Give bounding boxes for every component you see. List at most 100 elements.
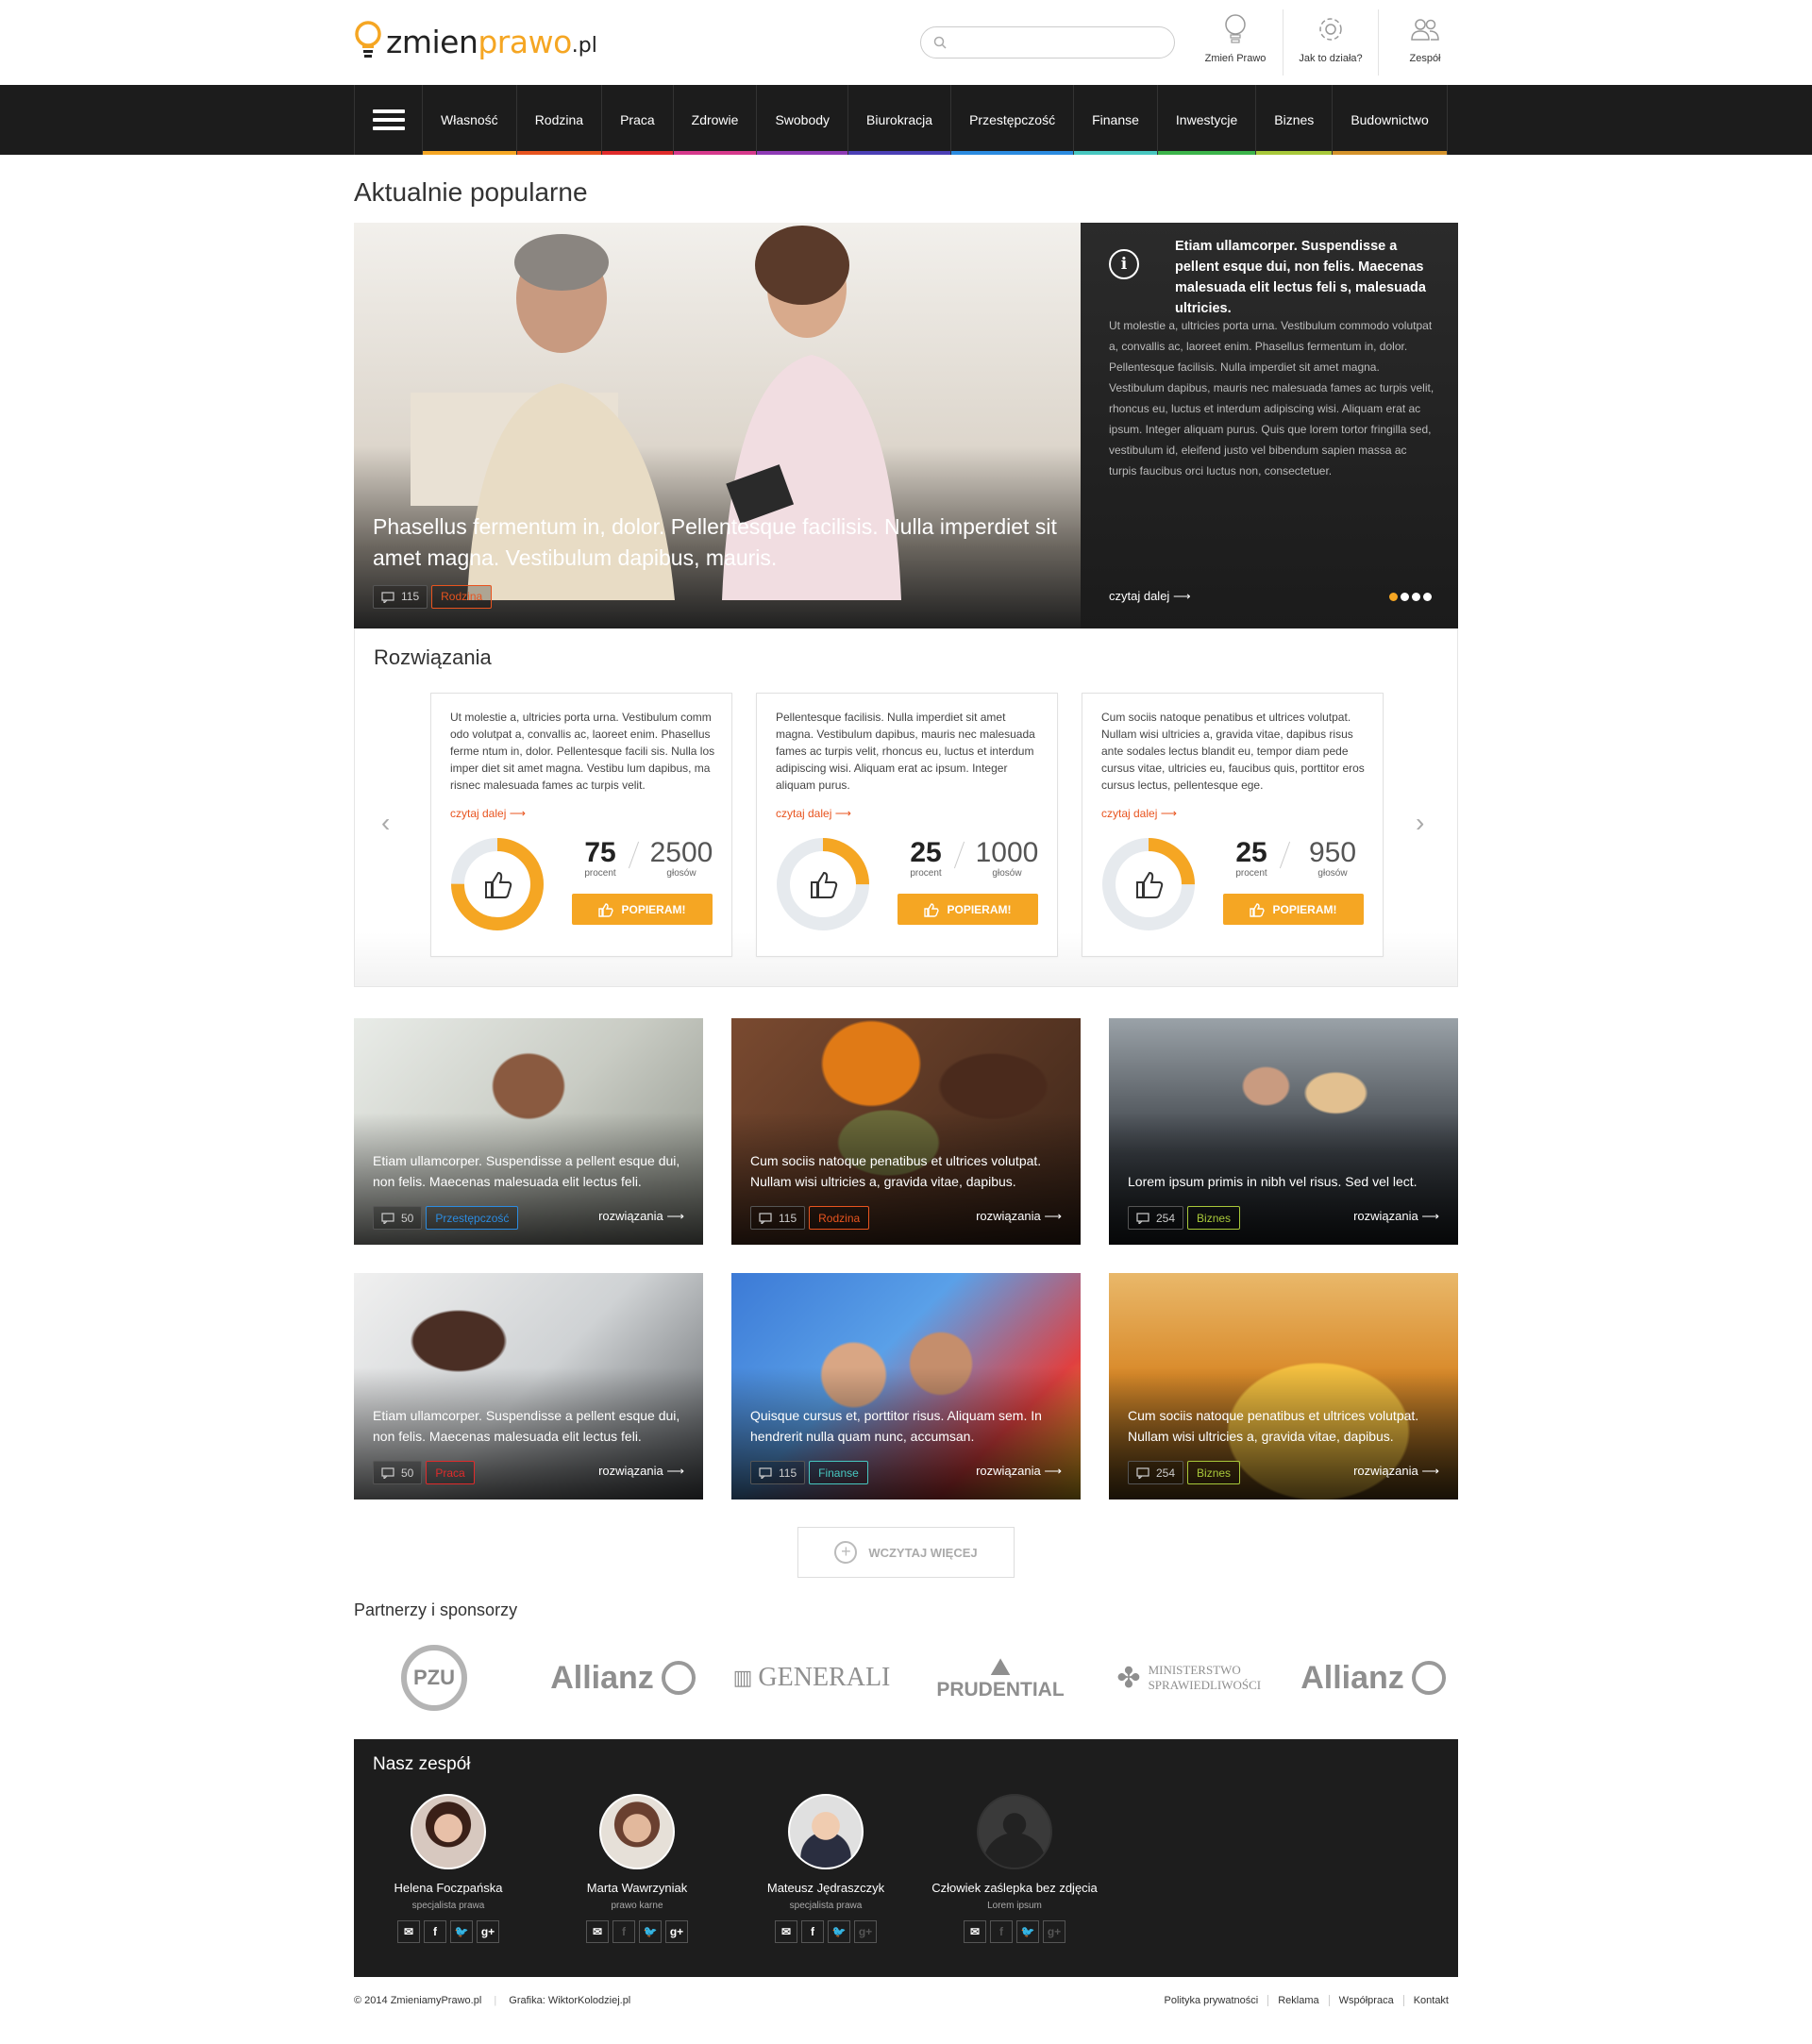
comment-count-badge[interactable]: 115: [373, 585, 428, 609]
tile-title[interactable]: Quisque cursus et, porttitor risus. Aliq…: [750, 1405, 1071, 1447]
partner-logo-pzu[interactable]: PZU: [354, 1640, 514, 1716]
credit-link[interactable]: Grafika: WiktorKolodziej.pl: [509, 1995, 630, 2006]
twitter-icon[interactable]: 🐦: [450, 1920, 473, 1943]
footer-link[interactable]: Reklama: [1267, 1995, 1328, 2006]
logo[interactable]: zmien prawo .pl: [354, 17, 597, 66]
support-button[interactable]: POPIERAM!: [898, 894, 1038, 925]
avatar[interactable]: [411, 1794, 486, 1869]
mail-icon[interactable]: ✉: [397, 1920, 420, 1943]
prev-arrow-icon[interactable]: ‹: [381, 808, 390, 838]
read-more-link[interactable]: czytaj dalej ⟶: [450, 807, 526, 820]
tile-title[interactable]: Cum sociis natoque penatibus et ultrices…: [750, 1150, 1071, 1192]
solutions-link[interactable]: rozwiązania ⟶: [598, 1209, 684, 1224]
mail-icon[interactable]: ✉: [586, 1920, 609, 1943]
nav-item-inwestycje[interactable]: Inwestycje: [1156, 85, 1256, 155]
nav-zespol[interactable]: Zespół: [1378, 9, 1472, 75]
twitter-icon[interactable]: 🐦: [1016, 1920, 1039, 1943]
twitter-icon[interactable]: 🐦: [639, 1920, 662, 1943]
mail-icon[interactable]: ✉: [964, 1920, 986, 1943]
tile-title[interactable]: Lorem ipsum primis in nibh vel risus. Se…: [1128, 1171, 1449, 1192]
load-more-button[interactable]: + WCZYTAJ WIĘCEJ: [797, 1527, 1015, 1578]
comment-count-badge[interactable]: 115: [750, 1206, 806, 1230]
solution-card[interactable]: Cum sociis natoque penatibus et ultrices…: [1082, 693, 1384, 957]
google-plus-icon[interactable]: g+: [854, 1920, 877, 1943]
article-tile[interactable]: Cum sociis natoque penatibus et ultrices…: [731, 1018, 1081, 1245]
tile-title[interactable]: Etiam ullamcorper. Suspendisse a pellent…: [373, 1405, 694, 1447]
partner-logo-generali[interactable]: ▥ GENERALI: [727, 1640, 897, 1716]
nav-item-przestępczość[interactable]: Przestępczość: [950, 85, 1074, 155]
avatar[interactable]: [599, 1794, 675, 1869]
category-badge[interactable]: Rodzina: [431, 585, 493, 609]
footer-link[interactable]: Współpraca: [1328, 1995, 1403, 2006]
next-arrow-icon[interactable]: ›: [1416, 808, 1424, 838]
nav-item-własność[interactable]: Własność: [422, 85, 516, 155]
tile-title[interactable]: Cum sociis natoque penatibus et ultrices…: [1128, 1405, 1449, 1447]
featured-image[interactable]: Phasellus fermentum in, dolor. Pellentes…: [354, 223, 1081, 628]
comment-count-badge[interactable]: 50: [373, 1461, 423, 1484]
nav-item-swobody[interactable]: Swobody: [756, 85, 848, 155]
category-badge[interactable]: Praca: [426, 1461, 475, 1484]
nav-jak-to-dziala[interactable]: Jak to działa?: [1284, 9, 1378, 75]
read-more-link[interactable]: czytaj dalej ⟶: [1109, 589, 1191, 604]
comment-count-badge[interactable]: 115: [750, 1461, 806, 1484]
facebook-icon[interactable]: f: [612, 1920, 635, 1943]
tile-title[interactable]: Etiam ullamcorper. Suspendisse a pellent…: [373, 1150, 694, 1192]
comment-count-badge[interactable]: 50: [373, 1206, 423, 1230]
nav-zmien-prawo[interactable]: Zmień Prawo: [1188, 9, 1283, 75]
solutions-link[interactable]: rozwiązania ⟶: [976, 1209, 1062, 1224]
search-input[interactable]: [953, 27, 1161, 58]
comment-count-badge[interactable]: 254: [1128, 1206, 1184, 1230]
featured-slider[interactable]: Phasellus fermentum in, dolor. Pellentes…: [354, 223, 1458, 628]
footer-link[interactable]: Polityka prywatności: [1155, 1995, 1268, 2006]
category-badge[interactable]: Finanse: [809, 1461, 868, 1484]
twitter-icon[interactable]: 🐦: [828, 1920, 850, 1943]
nav-item-finanse[interactable]: Finanse: [1073, 85, 1157, 155]
solution-card[interactable]: Ut molestie a, ultricies porta urna. Ves…: [430, 693, 732, 957]
facebook-icon[interactable]: f: [424, 1920, 446, 1943]
footer-link[interactable]: Kontakt: [1402, 1995, 1458, 2006]
nav-item-praca[interactable]: Praca: [601, 85, 673, 155]
facebook-icon[interactable]: f: [801, 1920, 824, 1943]
read-more-link[interactable]: czytaj dalej ⟶: [776, 807, 851, 820]
solution-card[interactable]: Pellentesque facilisis. Nulla imperdiet …: [756, 693, 1058, 957]
slider-dot[interactable]: [1401, 593, 1409, 601]
category-badge[interactable]: Biznes: [1187, 1461, 1241, 1484]
article-tile[interactable]: Etiam ullamcorper. Suspendisse a pellent…: [354, 1273, 703, 1499]
category-badge[interactable]: Rodzina: [809, 1206, 870, 1230]
avatar[interactable]: [788, 1794, 864, 1869]
solutions-link[interactable]: rozwiązania ⟶: [598, 1464, 684, 1479]
solutions-link[interactable]: rozwiązania ⟶: [976, 1464, 1062, 1479]
slider-dot[interactable]: [1423, 593, 1432, 601]
google-plus-icon[interactable]: g+: [1043, 1920, 1065, 1943]
menu-button[interactable]: [354, 85, 422, 155]
google-plus-icon[interactable]: g+: [477, 1920, 499, 1943]
nav-item-zdrowie[interactable]: Zdrowie: [672, 85, 757, 155]
mail-icon[interactable]: ✉: [775, 1920, 797, 1943]
slider-dot[interactable]: [1412, 593, 1420, 601]
solutions-link[interactable]: rozwiązania ⟶: [1353, 1464, 1439, 1479]
nav-item-biznes[interactable]: Biznes: [1255, 85, 1333, 155]
nav-item-biurokracja[interactable]: Biurokracja: [847, 85, 951, 155]
partner-logo-allianz-2[interactable]: Allianz: [1288, 1640, 1458, 1716]
facebook-icon[interactable]: f: [990, 1920, 1013, 1943]
partner-logo-ministerstwo[interactable]: ✤ Ministerstwo Sprawiedliwości: [1104, 1640, 1274, 1716]
solutions-link[interactable]: rozwiązania ⟶: [1353, 1209, 1439, 1224]
featured-headline[interactable]: Phasellus fermentum in, dolor. Pellentes…: [373, 511, 1062, 574]
google-plus-icon[interactable]: g+: [665, 1920, 688, 1943]
article-tile[interactable]: Etiam ullamcorper. Suspendisse a pellent…: [354, 1018, 703, 1245]
support-button[interactable]: POPIERAM!: [1223, 894, 1364, 925]
article-tile[interactable]: Cum sociis natoque penatibus et ultrices…: [1109, 1273, 1458, 1499]
avatar[interactable]: [977, 1794, 1052, 1869]
nav-item-budownictwo[interactable]: Budownictwo: [1332, 85, 1448, 155]
category-badge[interactable]: Biznes: [1187, 1206, 1241, 1230]
comment-count-badge[interactable]: 254: [1128, 1461, 1184, 1484]
partner-logo-prudential[interactable]: ⛰ PRUDENTIAL: [920, 1640, 1081, 1716]
article-tile[interactable]: Quisque cursus et, porttitor risus. Aliq…: [731, 1273, 1081, 1499]
partner-logo-allianz[interactable]: Allianz: [533, 1640, 713, 1716]
search-box[interactable]: [920, 26, 1175, 59]
nav-item-rodzina[interactable]: Rodzina: [515, 85, 602, 155]
support-button[interactable]: POPIERAM!: [572, 894, 713, 925]
category-badge[interactable]: Przestępczość: [426, 1206, 519, 1230]
slider-dot[interactable]: [1389, 593, 1398, 601]
read-more-link[interactable]: czytaj dalej ⟶: [1101, 807, 1177, 820]
